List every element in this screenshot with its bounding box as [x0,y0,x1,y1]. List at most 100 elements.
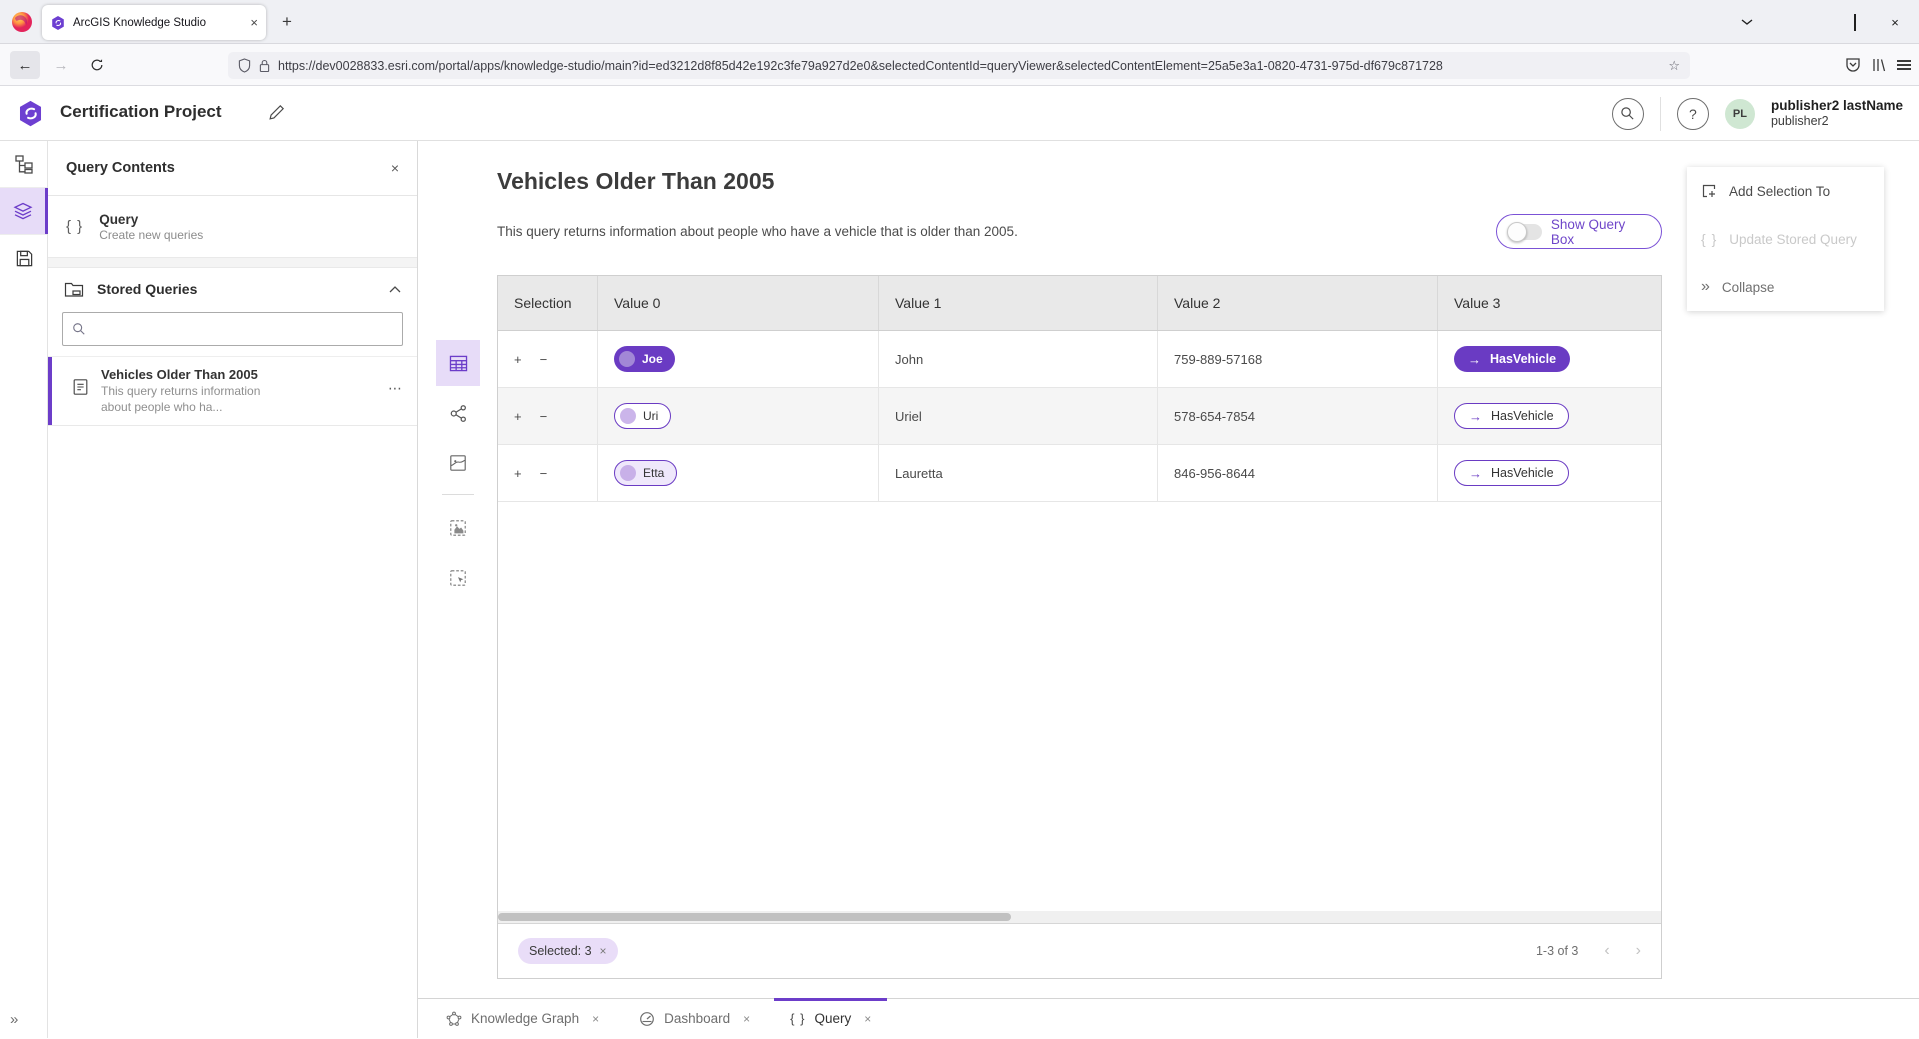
folder-icon [64,280,84,298]
url-text[interactable]: https://dev0028833.esri.com/portal/apps/… [278,59,1660,73]
row-select-remove-button[interactable]: − [540,466,548,481]
dashboard-icon [639,1011,655,1027]
user-username: publisher2 [1771,114,1903,129]
col-header-value1: Value 1 [879,276,1158,330]
pagination-range: 1-3 of 3 [1536,944,1578,958]
query-item-title: Query [99,211,203,228]
stored-queries-title: Stored Queries [97,281,376,297]
bookmark-star-icon[interactable]: ☆ [1668,58,1680,74]
stored-queries-header[interactable]: Stored Queries [48,268,417,310]
selected-count-chip[interactable]: Selected: 3 × [518,938,618,964]
relationship-pill[interactable]: →HasVehicle [1454,346,1570,372]
browser-tab[interactable]: ArcGIS Knowledge Studio × [42,5,266,40]
query-item-subtitle: Create new queries [99,228,203,243]
col-header-value2: Value 2 [1158,276,1438,330]
tab-close-icon[interactable]: × [864,1012,871,1026]
col-header-value0: Value 0 [598,276,879,330]
table-view-icon[interactable] [436,340,480,386]
braces-icon: { } [66,218,83,235]
pocket-icon[interactable] [1845,57,1861,73]
toggle-switch[interactable] [1509,224,1542,240]
table-row: + − Uri Uriel 578-654-7854 →HasVehicle [498,388,1661,445]
knowledge-graph-icon [446,1011,462,1027]
window-close-button[interactable]: × [1875,15,1915,30]
stored-queries-searchbox[interactable] [62,312,403,346]
entity-pill[interactable]: Joe [614,346,675,372]
help-button[interactable]: ? [1677,98,1709,130]
edit-title-icon[interactable] [268,104,285,121]
cell-value1[interactable]: Lauretta [879,445,1158,502]
avatar[interactable]: PL [1725,99,1755,129]
arrow-right-icon: → [1468,352,1481,367]
new-tab-button[interactable]: + [282,12,292,32]
search-button[interactable] [1612,98,1644,130]
page-previous-button[interactable]: ‹ [1604,942,1609,960]
url-bar[interactable]: https://dev0028833.esri.com/portal/apps/… [228,52,1690,79]
row-select-remove-button[interactable]: − [540,352,548,367]
stored-query-item[interactable]: Vehicles Older Than 2005 This query retu… [48,356,417,426]
link-chart-icon[interactable] [436,390,480,436]
table-row: + − Joe John 759-889-57168 →HasVehicle [498,331,1661,388]
firefox-icon[interactable] [10,10,34,34]
page-description: This query returns information about peo… [497,224,1018,239]
row-select-remove-button[interactable]: − [540,409,548,424]
cell-value1[interactable]: Uriel [879,388,1158,445]
window-maximize-button[interactable] [1835,15,1875,30]
tab-close-icon[interactable]: × [250,15,258,30]
selection-tool-icon[interactable] [436,555,480,601]
panel-close-icon[interactable]: × [391,160,399,176]
table-row: + − Etta Lauretta 846-956-8644 →HasVehic… [498,445,1661,502]
cell-value2[interactable]: 846-956-8644 [1158,445,1438,502]
entity-pill[interactable]: Etta [614,460,677,486]
list-tabs-icon[interactable] [1727,18,1767,26]
cell-value2[interactable]: 578-654-7854 [1158,388,1438,445]
entity-pill[interactable]: Uri [614,403,671,429]
tracking-protection-icon[interactable] [238,58,251,73]
data-model-icon[interactable] [0,141,48,187]
scrollbar-thumb[interactable] [498,913,1011,921]
page-next-button[interactable]: › [1636,942,1641,960]
cell-value2[interactable]: 759-889-57168 [1158,331,1438,388]
menu-item-collapse[interactable]: » Collapse [1687,263,1884,311]
toggle-label: Show Query Box [1551,217,1649,247]
tab-close-icon[interactable]: × [592,1012,599,1026]
user-name: publisher2 lastName [1771,98,1903,114]
save-icon[interactable] [0,235,48,281]
tab-dashboard[interactable]: Dashboard × [623,999,766,1039]
add-to-map-icon[interactable] [436,505,480,551]
query-item[interactable]: { } Query Create new queries [48,196,417,258]
back-button[interactable]: ← [10,51,40,79]
menu-item-add-selection-to[interactable]: Add Selection To [1687,167,1884,215]
reload-button[interactable] [82,51,112,79]
horizontal-scrollbar[interactable] [498,911,1661,923]
cell-value1[interactable]: John [879,331,1158,388]
stored-queries-search-input[interactable] [94,322,393,337]
tab-knowledge-graph[interactable]: Knowledge Graph × [430,999,615,1039]
row-select-add-button[interactable]: + [514,409,522,424]
relationship-pill[interactable]: →HasVehicle [1454,403,1569,429]
row-select-add-button[interactable]: + [514,466,522,481]
clear-selection-icon[interactable]: × [600,944,607,958]
stored-query-title: Vehicles Older Than 2005 [101,366,281,383]
chevron-up-icon[interactable] [389,286,401,293]
show-query-box-toggle[interactable]: Show Query Box [1496,214,1662,249]
stored-query-options-icon[interactable]: ⋯ [388,366,403,415]
expand-rail-icon[interactable]: » [10,1011,18,1028]
library-icon[interactable] [1871,57,1887,73]
braces-icon: { } [1701,231,1717,247]
menu-item-update-stored-query[interactable]: { } Update Stored Query [1687,215,1884,263]
menu-icon[interactable] [1897,60,1911,70]
forward-button[interactable]: → [46,51,76,79]
col-header-selection: Selection [498,276,598,330]
relationship-pill[interactable]: →HasVehicle [1454,460,1569,486]
row-select-add-button[interactable]: + [514,352,522,367]
lock-icon[interactable] [259,59,270,73]
map-view-icon[interactable] [436,440,480,486]
left-rail: » [0,141,48,1038]
entity-dot-icon [620,465,636,481]
tab-query[interactable]: { } Query × [774,999,887,1039]
tab-close-icon[interactable]: × [743,1012,750,1026]
col-header-value3: Value 3 [1438,276,1661,330]
contents-layers-icon[interactable] [0,188,48,234]
query-contents-panel: Query Contents × { } Query Create new qu… [48,141,418,1038]
